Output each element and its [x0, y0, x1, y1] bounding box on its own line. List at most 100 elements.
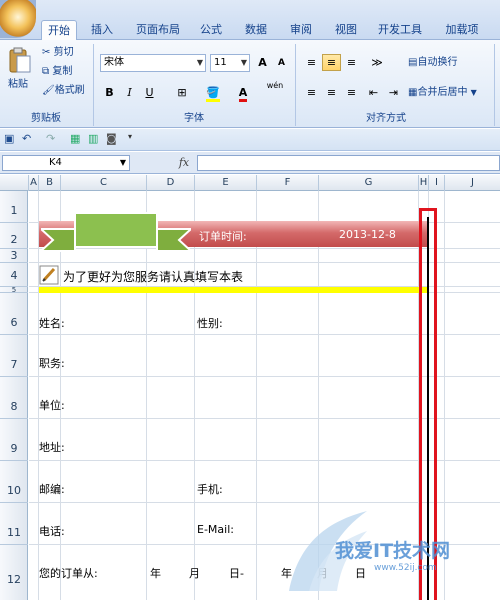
align-bottom-button[interactable]: ≡ — [342, 54, 361, 71]
row-header[interactable]: 6 — [0, 293, 28, 335]
underline-button[interactable]: U — [140, 84, 159, 101]
redo-icon[interactable]: ↷ — [46, 132, 55, 145]
decrease-indent-button[interactable]: ⇤ — [364, 84, 383, 101]
customize-qat-icon[interactable]: ▾ — [128, 132, 132, 141]
row-header[interactable]: 10 — [0, 461, 28, 503]
scissors-icon: ✂ — [42, 47, 51, 58]
tab-developer[interactable]: 开发工具 — [372, 20, 428, 40]
mobile-label: 手机: — [197, 483, 223, 496]
column-header[interactable]: I — [429, 175, 445, 191]
row-header[interactable]: 7 — [0, 335, 28, 377]
row-header[interactable]: 1 — [0, 191, 28, 223]
orientation-button[interactable]: ≫ — [364, 54, 390, 71]
ribbon: 粘贴 ✂ 剪切 ⧉ 复制 🖌格式刷 剪贴板 宋体 ▼ 11 ▼ A A B I U … — [0, 40, 500, 128]
paste-button[interactable]: 粘贴 — [8, 78, 28, 92]
format-painter-button[interactable]: 🖌格式刷 — [42, 84, 85, 98]
name-box[interactable]: K4 ▼ — [2, 155, 130, 171]
watermark-url: www.52ij.com — [374, 563, 437, 573]
column-header[interactable]: B — [39, 175, 61, 191]
column-header[interactable]: E — [195, 175, 257, 191]
column-header[interactable]: C — [61, 175, 147, 191]
copy-button[interactable]: ⧉ 复制 — [42, 65, 72, 79]
grow-font-button[interactable]: A — [253, 54, 272, 71]
column-header[interactable]: D — [147, 175, 195, 191]
font-color-button[interactable]: A — [230, 84, 256, 102]
tab-insert[interactable]: 插入 — [84, 20, 120, 40]
tab-home[interactable]: 开始 — [41, 20, 77, 41]
ribbon-banner-shape — [41, 212, 191, 252]
chevron-down-icon: ▼ — [470, 88, 477, 97]
shrink-font-button[interactable]: A — [272, 54, 291, 71]
tab-page-layout[interactable]: 页面布局 — [130, 20, 186, 40]
tab-addins[interactable]: 加载项 — [438, 20, 486, 40]
order-date-value[interactable]: 2013-12-8 — [339, 228, 396, 241]
indent-icon: ⇥ — [388, 86, 399, 99]
fill-color-button[interactable]: 🪣 — [200, 84, 226, 102]
tab-review[interactable]: 审阅 — [283, 20, 319, 40]
font-size-value: 11 — [214, 57, 227, 68]
wrap-text-button[interactable]: ▤自动换行 — [408, 56, 457, 70]
formula-bar: K4 ▼ fx — [0, 152, 500, 174]
phonetic-label: wén — [266, 81, 284, 90]
paint-bucket-icon: 🪣 — [206, 86, 220, 102]
row-header[interactable]: 3 — [0, 249, 28, 263]
italic-button[interactable]: I — [120, 84, 139, 101]
phonetic-button[interactable]: wén — [262, 80, 288, 102]
align-center-icon: ≡ — [326, 86, 337, 99]
cut-button[interactable]: ✂ 剪切 — [42, 46, 74, 60]
year-label: 年 — [150, 567, 161, 580]
office-button[interactable] — [0, 0, 36, 38]
month-label: 月 — [189, 567, 200, 580]
row-headers: 1 2 3 4 5 6 7 8 9 10 11 12 — [0, 191, 28, 600]
notice-text: 为了更好为您服务请认真填写本表 — [63, 270, 244, 284]
row-header[interactable]: 8 — [0, 377, 28, 419]
name-box-value: K4 — [49, 157, 62, 168]
select-all-corner[interactable] — [0, 175, 29, 191]
align-middle-button[interactable]: ≡ — [322, 54, 341, 71]
order-from-label: 您的订单从: — [39, 567, 98, 580]
spreadsheet-icon[interactable]: ▦ — [70, 132, 80, 145]
camera-icon[interactable]: ◙ — [106, 132, 117, 145]
undo-icon[interactable]: ↶ — [22, 132, 31, 145]
column-header[interactable]: A — [29, 175, 39, 191]
phone-label: 电话: — [39, 525, 65, 538]
formula-input[interactable] — [197, 155, 500, 171]
column-header[interactable]: F — [257, 175, 319, 191]
save-icon[interactable]: ▣ — [4, 132, 14, 145]
align-top-button[interactable]: ≡ — [302, 54, 321, 71]
alignment-group-label: 对齐方式 — [366, 113, 406, 124]
increase-indent-button[interactable]: ⇥ — [384, 84, 403, 101]
border-icon: ⊞ — [177, 86, 187, 99]
row-header[interactable]: 12 — [0, 545, 28, 600]
font-name-select[interactable]: 宋体 ▼ — [100, 54, 206, 72]
align-center-button[interactable]: ≡ — [322, 84, 341, 101]
align-left-icon: ≡ — [306, 86, 317, 99]
paste-icon[interactable] — [6, 46, 32, 76]
borders-button[interactable]: ⊞ — [168, 84, 196, 101]
ribbon-tab-bar: 开始 插入 页面布局 公式 数据 审阅 视图 开发工具 加载项 — [0, 0, 500, 41]
column-header[interactable]: H — [419, 175, 429, 191]
row-header[interactable]: 9 — [0, 419, 28, 461]
merge-center-button[interactable]: ▦合并后居中 ▼ — [408, 86, 477, 100]
row-header[interactable]: 2 — [0, 223, 28, 249]
column-header[interactable]: G — [319, 175, 419, 191]
print-preview-icon[interactable]: ▥ — [88, 132, 98, 145]
align-left-button[interactable]: ≡ — [302, 84, 321, 101]
bold-button[interactable]: B — [100, 84, 119, 101]
font-size-select[interactable]: 11 ▼ — [210, 54, 250, 72]
column-header[interactable]: J — [445, 175, 500, 191]
row-header[interactable]: 11 — [0, 503, 28, 545]
row-header[interactable]: 4 — [0, 263, 28, 287]
tab-data[interactable]: 数据 — [238, 20, 274, 40]
copy-label: 复制 — [52, 66, 73, 77]
insert-function-button[interactable]: fx — [172, 155, 196, 171]
tab-formulas[interactable]: 公式 — [194, 20, 228, 40]
align-bottom-icon: ≡ — [346, 56, 357, 69]
tab-view[interactable]: 视图 — [328, 20, 364, 40]
align-middle-icon: ≡ — [326, 56, 337, 69]
pencil-note-icon — [39, 265, 59, 285]
worksheet-grid[interactable]: 订单时间: 2013-12-8 为了更好为您服务请认真填写本表 姓名: 性别: … — [29, 191, 500, 600]
day-to-label: 日- — [229, 567, 244, 580]
align-right-button[interactable]: ≡ — [342, 84, 361, 101]
column-headers: A B C D E F G H I J — [0, 175, 500, 191]
